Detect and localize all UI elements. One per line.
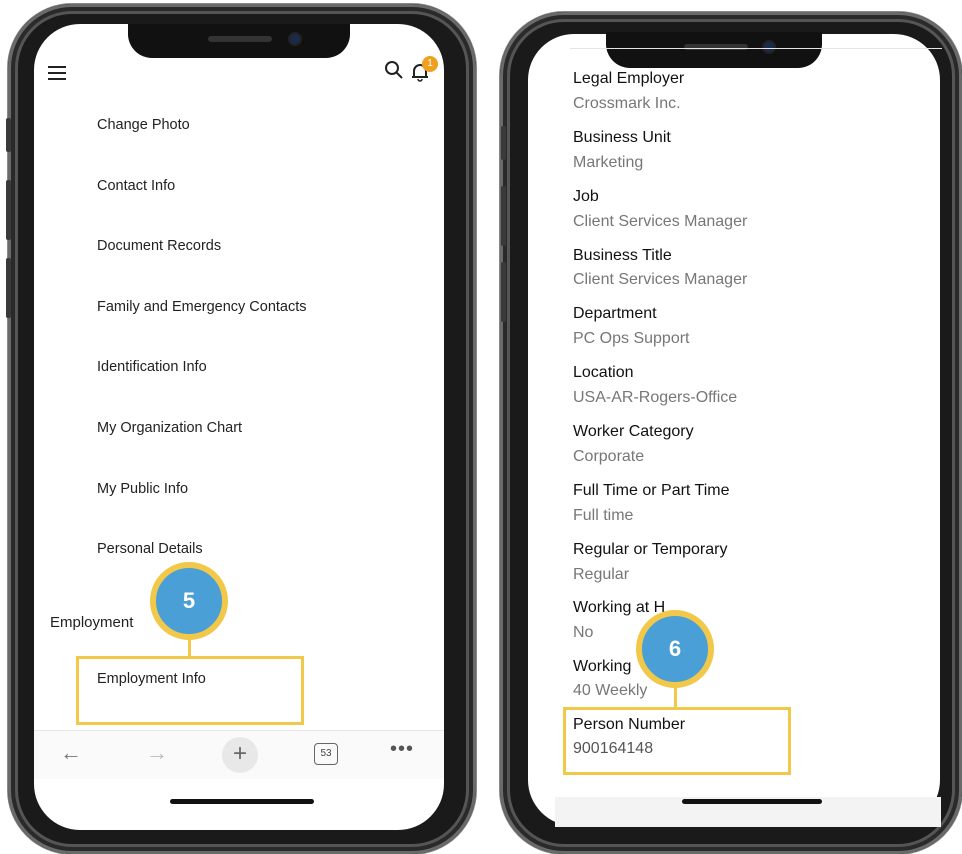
section-employment: Employment bbox=[50, 614, 134, 631]
field-value-business-unit: Marketing bbox=[573, 154, 644, 171]
menu-item-document-records[interactable]: Document Records bbox=[97, 238, 221, 254]
field-label-regular-temporary: Regular or Temporary bbox=[573, 541, 728, 558]
field-label-business-title: Business Title bbox=[573, 247, 672, 264]
hamburger-menu-icon[interactable] bbox=[48, 62, 66, 84]
field-value-location: USA-AR-Rogers-Office bbox=[573, 389, 738, 406]
field-value-business-title: Client Services Manager bbox=[573, 271, 748, 288]
field-label-location: Location bbox=[573, 364, 634, 381]
menu-item-family-emergency-contacts[interactable]: Family and Emergency Contacts bbox=[97, 299, 307, 315]
front-camera bbox=[764, 42, 774, 52]
field-label-business-unit: Business Unit bbox=[573, 129, 671, 146]
volume-up-button bbox=[6, 180, 11, 240]
field-label-full-part-time: Full Time or Part Time bbox=[573, 482, 730, 499]
menu-item-public-info[interactable]: My Public Info bbox=[97, 481, 188, 497]
field-label-legal-employer: Legal Employer bbox=[573, 70, 685, 87]
speaker-grille bbox=[208, 36, 272, 42]
tab-count-button[interactable]: 53 bbox=[314, 743, 338, 765]
field-label-working-at-home: Working at H bbox=[573, 599, 666, 616]
field-label-job: Job bbox=[573, 188, 599, 205]
new-tab-plus-icon[interactable]: + bbox=[222, 737, 258, 773]
field-label-worker-category: Worker Category bbox=[573, 423, 694, 440]
step-callout-6: 6 bbox=[636, 610, 714, 688]
speaker-grille bbox=[684, 44, 748, 50]
field-value-legal-employer: Crossmark Inc. bbox=[573, 95, 681, 112]
left-notch bbox=[128, 24, 350, 58]
field-value-working-at-home: No bbox=[573, 624, 594, 641]
highlight-box-person-number bbox=[563, 707, 791, 775]
divider-line bbox=[570, 48, 942, 49]
field-value-job: Client Services Manager bbox=[573, 213, 748, 230]
menu-item-change-photo[interactable]: Change Photo bbox=[97, 117, 190, 133]
volume-down-button bbox=[6, 258, 11, 318]
highlight-box-employment-info bbox=[76, 656, 304, 725]
volume-down-button bbox=[501, 262, 506, 322]
field-value-full-part-time: Full time bbox=[573, 507, 634, 524]
right-notch bbox=[606, 32, 822, 68]
volume-up-button bbox=[501, 186, 506, 246]
mute-switch bbox=[501, 126, 506, 160]
field-value-worker-category: Corporate bbox=[573, 448, 645, 465]
field-value-department: PC Ops Support bbox=[573, 330, 690, 347]
field-value-working-hours: 40 Weekly bbox=[573, 682, 648, 699]
forward-arrow-icon[interactable]: → bbox=[146, 740, 168, 766]
menu-item-org-chart[interactable]: My Organization Chart bbox=[97, 420, 242, 436]
home-indicator bbox=[170, 799, 314, 804]
step-callout-5: 5 bbox=[150, 562, 228, 640]
field-label-department: Department bbox=[573, 305, 657, 322]
search-icon[interactable] bbox=[384, 60, 404, 80]
front-camera bbox=[290, 34, 300, 44]
more-options-icon[interactable]: ••• bbox=[390, 738, 414, 761]
menu-item-identification-info[interactable]: Identification Info bbox=[97, 359, 207, 375]
mute-switch bbox=[6, 118, 11, 152]
menu-item-personal-details[interactable]: Personal Details bbox=[97, 541, 203, 557]
field-label-working-hours: Working bbox=[573, 658, 632, 675]
menu-item-contact-info[interactable]: Contact Info bbox=[97, 178, 175, 194]
notification-badge: 1 bbox=[422, 56, 438, 72]
home-indicator bbox=[682, 799, 822, 804]
field-value-regular-temporary: Regular bbox=[573, 566, 630, 583]
back-arrow-icon[interactable]: ← bbox=[60, 740, 82, 766]
